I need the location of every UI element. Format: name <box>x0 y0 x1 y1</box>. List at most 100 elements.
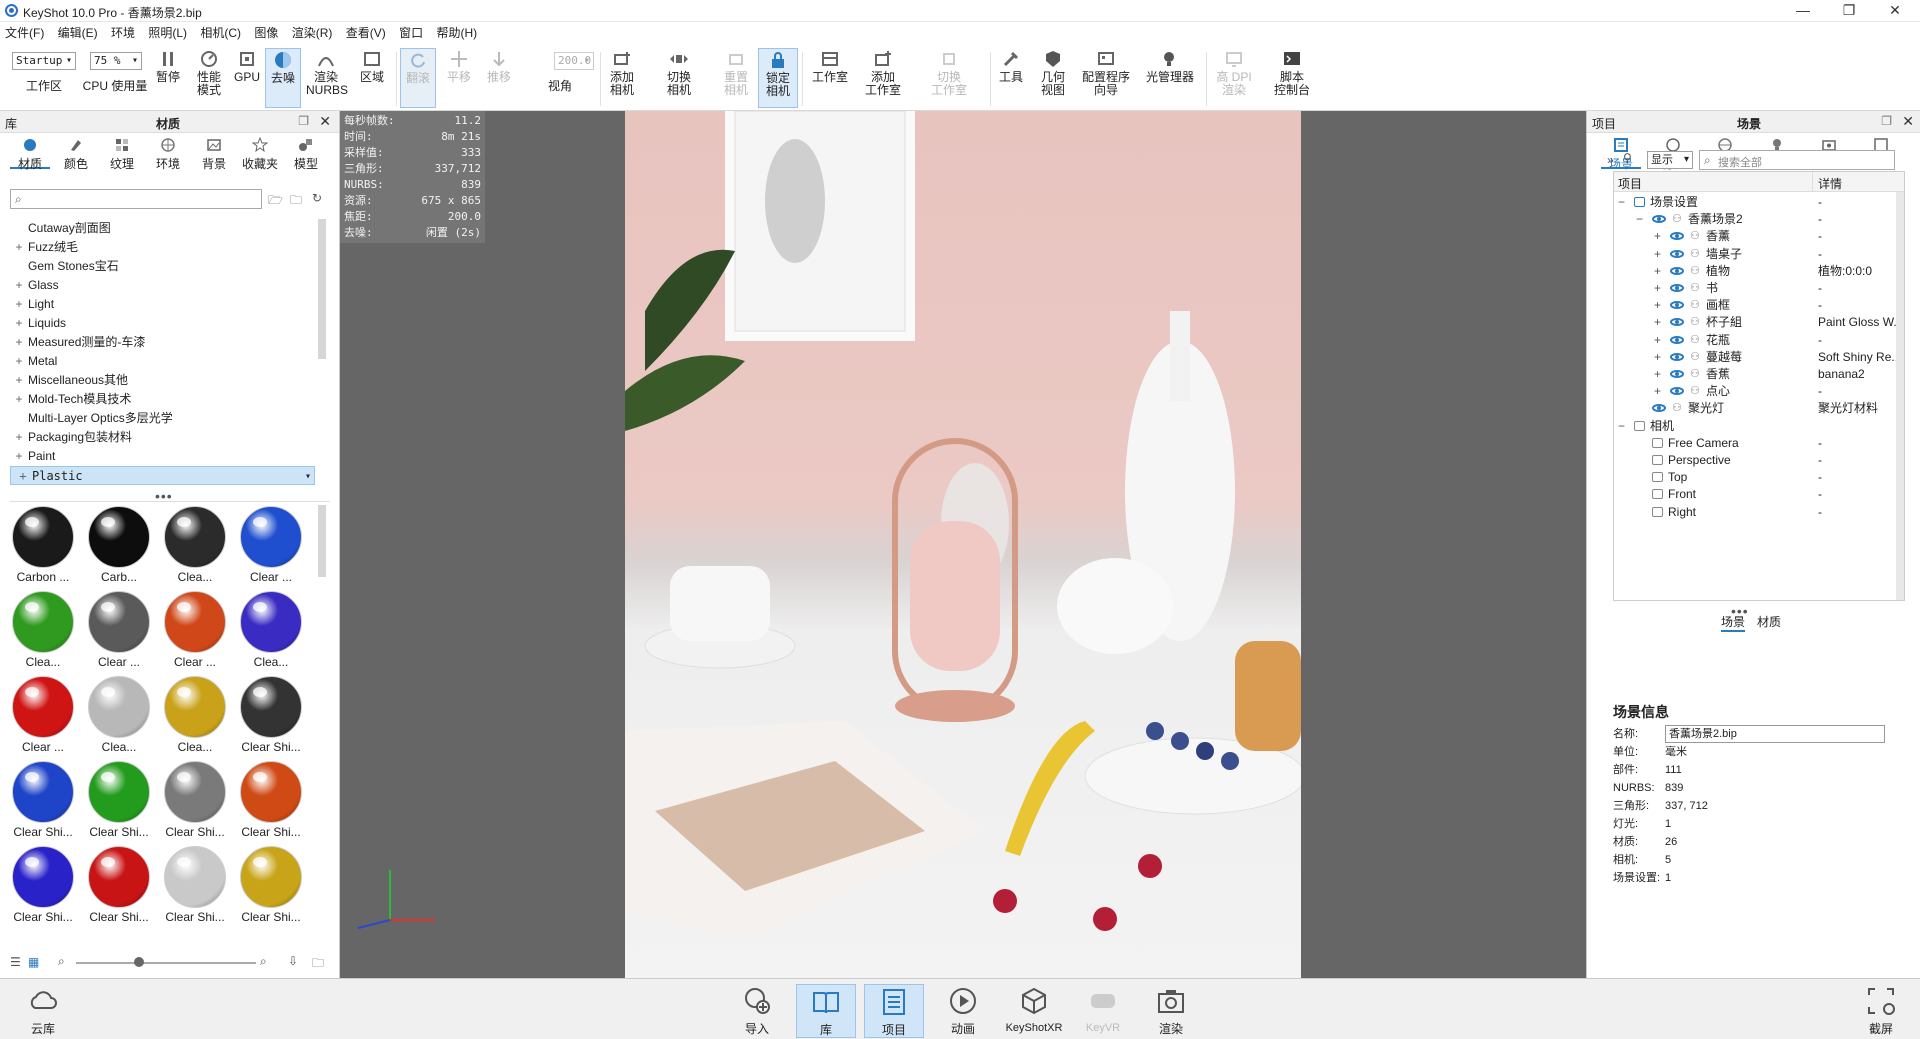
region-button[interactable]: 区域 <box>354 48 390 108</box>
column-header-detail[interactable]: 详情 <box>1818 175 1842 192</box>
switch-studio-button[interactable]: 切换 工作室 <box>922 48 976 108</box>
tree-scrollbar[interactable] <box>318 219 326 359</box>
material-swatch[interactable]: Clear Shi... <box>162 846 228 928</box>
keyvr-button[interactable]: KeyVR <box>1074 984 1132 1038</box>
visibility-eye-icon[interactable] <box>1652 404 1666 413</box>
material-swatch[interactable]: Clear Shi... <box>162 761 228 843</box>
visibility-eye-icon[interactable] <box>1670 318 1684 327</box>
thumbnail-scrollbar[interactable] <box>318 505 326 577</box>
tree-item-cutaway[interactable]: Cutaway剖面图 <box>10 219 315 238</box>
scene-name-field[interactable]: 香薰场景2.bip <box>1665 725 1885 743</box>
screenshot-button[interactable]: 截屏 <box>1852 984 1910 1038</box>
thumbnail-size-slider[interactable] <box>76 962 256 964</box>
script-console-button[interactable]: 脚本 控制台 <box>1270 48 1314 108</box>
light-manager-button[interactable]: 光管理器 <box>1142 48 1198 108</box>
lock-camera-button[interactable]: 锁定 相机 <box>758 48 798 108</box>
gpu-button[interactable]: GPU <box>232 48 262 108</box>
grid-view-icon[interactable]: ▦ <box>28 955 39 969</box>
hidpi-render-button[interactable]: 高 DPI 渲染 <box>1210 48 1258 108</box>
render-nurbs-button[interactable]: 渲染 NURBS <box>306 48 348 108</box>
library-search-input[interactable]: ⌕ <box>10 189 262 209</box>
material-swatch[interactable]: Clear ... <box>86 591 152 673</box>
visibility-eye-icon[interactable] <box>1670 266 1684 275</box>
animation-button[interactable]: 动画 <box>934 984 992 1038</box>
add-camera-button[interactable]: 添加 相机 <box>604 48 640 108</box>
zoom-in-icon[interactable]: ⌕ <box>260 954 267 969</box>
tree-item-misc[interactable]: + Miscellaneous其他 <box>10 371 315 390</box>
pause-button[interactable]: 暂停 <box>152 48 184 108</box>
dolly-button[interactable]: 推移 <box>482 48 516 108</box>
tab-colors[interactable]: 颜色 <box>56 137 96 172</box>
menu-render[interactable]: 渲染(R) <box>287 22 338 44</box>
material-swatch[interactable]: Clea... <box>162 676 228 758</box>
slider-handle[interactable] <box>134 957 144 967</box>
tree-item-plastic[interactable]: + Plastic <box>10 466 315 486</box>
material-swatch[interactable]: Clea... <box>162 506 228 588</box>
filter-icon[interactable]: ⚲ <box>1623 151 1632 165</box>
menu-environment[interactable]: 环境 <box>106 22 140 44</box>
menu-window[interactable]: 窗口 <box>394 22 428 44</box>
subtab-material[interactable]: 材质 <box>1757 613 1781 630</box>
material-swatch[interactable]: Clear ... <box>10 676 76 758</box>
tab-textures[interactable]: 纹理 <box>102 137 142 172</box>
tree-item-fuzz[interactable]: + Fuzz绒毛 <box>10 238 315 257</box>
material-swatch[interactable]: Carbon ... <box>10 506 76 588</box>
menu-image[interactable]: 图像 <box>249 22 283 44</box>
render-image[interactable] <box>625 110 1306 978</box>
tree-item-moldtech[interactable]: + Mold-Tech模具技术 <box>10 390 315 409</box>
visibility-eye-icon[interactable] <box>1670 370 1684 378</box>
material-swatch[interactable]: Clear Shi... <box>10 761 76 843</box>
close-panel-icon[interactable]: ✕ <box>1902 113 1914 130</box>
studio-button[interactable]: 工作室 <box>808 48 852 108</box>
material-swatch[interactable]: Clea... <box>10 591 76 673</box>
material-swatch[interactable]: Clear Shi... <box>238 761 304 843</box>
menu-lighting[interactable]: 照明(L) <box>143 22 192 44</box>
add-studio-button[interactable]: 添加 工作室 <box>860 48 906 108</box>
material-swatch[interactable]: Clear Shi... <box>238 846 304 928</box>
subtab-scene[interactable]: 场景 <box>1721 613 1746 632</box>
menu-file[interactable]: 文件(F) <box>0 22 49 44</box>
undock-icon[interactable]: ❐ <box>1881 114 1892 128</box>
column-header-item[interactable]: 项目 <box>1618 175 1642 192</box>
workspace-button[interactable]: 工作区 <box>20 80 68 106</box>
project-toggle-button[interactable]: 项目 <box>864 984 924 1038</box>
project-search-input[interactable]: ⌕ 搜索全部 <box>1699 150 1895 170</box>
pan-button[interactable]: 平移 <box>442 48 476 108</box>
material-swatch[interactable]: Clear Shi... <box>238 676 304 758</box>
material-swatch[interactable]: Clear Shi... <box>86 846 152 928</box>
menu-view[interactable]: 查看(V) <box>341 22 391 44</box>
material-swatch[interactable]: Clear ... <box>162 591 228 673</box>
visibility-eye-icon[interactable] <box>1670 335 1684 344</box>
material-swatch[interactable]: Clear Shi... <box>86 761 152 843</box>
restore-button[interactable]: ❐ <box>1826 0 1872 22</box>
material-swatch[interactable]: Clea... <box>86 676 152 758</box>
tumble-button[interactable]: 翻滚 <box>400 48 436 108</box>
list-view-icon[interactable]: ☰ <box>10 955 21 969</box>
configurator-wizard-button[interactable]: 配置程序 向导 <box>1078 48 1134 108</box>
tree-item-light[interactable]: + Light <box>10 295 315 314</box>
show-select[interactable]: 显示 <box>1647 151 1693 169</box>
visibility-eye-icon[interactable] <box>1670 284 1684 292</box>
visibility-eye-icon[interactable] <box>1670 352 1684 361</box>
minimize-button[interactable]: — <box>1780 0 1826 22</box>
close-window-button[interactable]: ✕ <box>1872 0 1918 22</box>
folder-open-icon[interactable]: 🗁 <box>268 191 283 212</box>
tree-item-liquids[interactable]: + Liquids <box>10 314 315 333</box>
render-button[interactable]: 渲染 <box>1142 984 1200 1038</box>
visibility-eye-icon[interactable] <box>1670 301 1684 310</box>
fov-button[interactable]: 视角 <box>540 80 580 106</box>
tree-item-measured[interactable]: + Measured测量的-车漆 <box>10 333 315 352</box>
material-swatch[interactable]: Clear Shi... <box>10 846 76 928</box>
library-toggle-button[interactable]: 库 <box>796 984 856 1038</box>
visibility-eye-icon[interactable] <box>1652 215 1666 224</box>
material-swatch[interactable]: Clear ... <box>238 506 304 588</box>
close-panel-icon[interactable]: ✕ <box>319 113 331 130</box>
zoom-select[interactable]: 75 % <box>90 52 142 70</box>
geometry-view-button[interactable]: 几何 视图 <box>1036 48 1070 108</box>
tab-environments[interactable]: 环境 <box>148 137 188 172</box>
tab-backplates[interactable]: 背景 <box>194 137 234 172</box>
cloud-library-button[interactable]: 云库 <box>14 984 72 1038</box>
keyshotxr-button[interactable]: KeyShotXR <box>1002 984 1066 1038</box>
scene-tree-scrollbar[interactable] <box>1896 192 1904 600</box>
menu-edit[interactable]: 编辑(E) <box>53 22 103 44</box>
